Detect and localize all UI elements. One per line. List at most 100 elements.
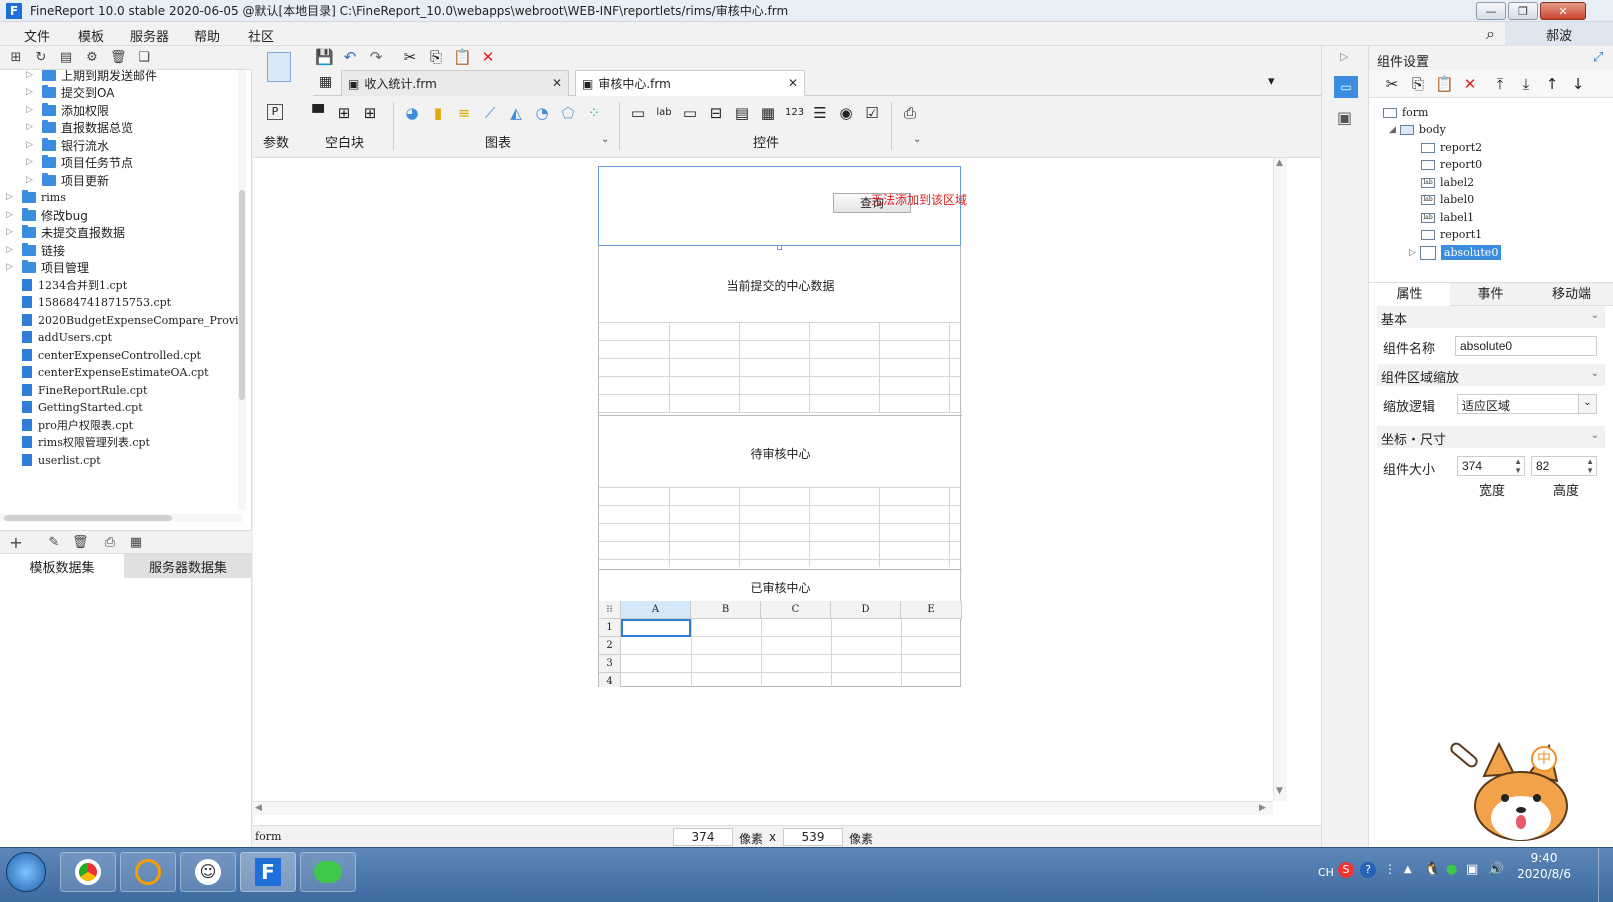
tree-item[interactable]: pro用户权限表.cpt xyxy=(18,416,133,434)
row-header[interactable]: 2 xyxy=(599,637,621,655)
tree-item[interactable]: ▷ 链接 xyxy=(6,241,65,259)
expand-arrow-icon[interactable]: ▷ xyxy=(6,262,16,272)
textbox-widget-icon[interactable]: ▭ xyxy=(681,104,699,122)
expand-arrow-icon[interactable]: ◢ xyxy=(1389,125,1396,135)
radar-chart-icon[interactable]: ⬠ xyxy=(559,104,577,122)
redo-icon[interactable]: ↷ xyxy=(367,48,385,66)
section-scale[interactable]: 组件区域缩放 ⌄ xyxy=(1377,364,1605,386)
tab-template-dataset[interactable]: 模板数据集 xyxy=(0,554,124,578)
blank-block-grid-icon[interactable]: ⊞ xyxy=(361,104,379,122)
grid-view-icon[interactable]: ▦ xyxy=(319,74,332,90)
radio-group-widget-icon[interactable]: ◉ xyxy=(837,104,855,122)
tab-menu-icon[interactable]: ▾ xyxy=(1268,74,1275,89)
user-name[interactable]: 郝波 xyxy=(1505,22,1613,46)
column-header[interactable]: A xyxy=(621,601,691,619)
section-coords[interactable]: 坐标・尺寸 ⌄ xyxy=(1377,426,1605,448)
tree-item[interactable]: ▷ 提交到OA xyxy=(26,83,114,101)
line-chart-icon[interactable]: ⟋ xyxy=(481,104,499,122)
textarea-widget-icon[interactable]: ▤ xyxy=(733,104,751,122)
finereport-taskbar-icon[interactable]: F xyxy=(240,852,296,892)
spinner-icon[interactable]: ▲ ▼ xyxy=(1514,457,1522,475)
copy-icon[interactable]: ⎘ xyxy=(1409,75,1427,93)
menu-community[interactable]: 社区 xyxy=(248,26,274,45)
search-icon[interactable]: ⌕ xyxy=(1486,24,1495,44)
tree-item[interactable]: addUsers.cpt xyxy=(18,328,112,346)
show-desktop-button[interactable] xyxy=(1598,848,1613,902)
bar-chart-icon[interactable]: ▮ xyxy=(429,104,447,122)
chevron-down-icon[interactable]: ⌄ xyxy=(1591,430,1599,441)
canvas-horizontal-scrollbar[interactable]: ◀ ▶ xyxy=(253,801,1273,815)
delete-icon[interactable]: 🗑 xyxy=(110,50,127,66)
gauge-chart-icon[interactable]: ◔ xyxy=(533,104,551,122)
canvas-height-field[interactable]: 539 xyxy=(783,828,843,846)
show-hidden-icons-icon[interactable]: ▲ xyxy=(1404,864,1412,875)
component-tree-item[interactable]: ◢ body xyxy=(1389,121,1446,138)
tab-properties[interactable]: 属性 xyxy=(1369,283,1450,307)
column-header[interactable]: E xyxy=(901,601,962,619)
edit-dataset-icon[interactable]: ✎ xyxy=(46,535,62,551)
expand-arrow-icon[interactable]: ▷ xyxy=(26,157,36,167)
tree-item[interactable]: ▷ 上期到期发送邮件 xyxy=(26,70,157,84)
tree-item[interactable]: ▷ 项目任务节点 xyxy=(26,153,133,171)
close-tab-icon[interactable]: ✕ xyxy=(788,76,798,90)
sheet-corner-icon[interactable]: ⁝⁝ xyxy=(599,601,621,619)
collapse-right-icon[interactable]: ▷ xyxy=(1340,50,1348,63)
component-tree-item[interactable]: report0 xyxy=(1421,156,1482,173)
component-tree-item[interactable]: lab label1 xyxy=(1421,209,1474,226)
button-widget-icon[interactable]: ▭ xyxy=(629,104,647,122)
tree-item[interactable]: ▷ 未提交直报数据 xyxy=(6,223,125,241)
component-tree-item[interactable]: report1 xyxy=(1421,226,1482,243)
row-header[interactable]: 1 xyxy=(599,619,621,637)
app-taskbar-icon[interactable] xyxy=(120,852,176,892)
parameter-pane[interactable]: 查询 无法添加到该区域 xyxy=(598,166,967,246)
start-button-icon[interactable] xyxy=(6,852,46,892)
tree-item[interactable]: ▷ 直报数据总览 xyxy=(26,118,133,136)
expand-arrow-icon[interactable]: ▷ xyxy=(6,210,16,220)
qq-tray-icon[interactable]: 🐧 xyxy=(1424,862,1440,877)
tree-item[interactable]: 2020BudgetExpenseCompare_Province xyxy=(18,311,242,329)
tray-menu-icon[interactable]: ⋮ xyxy=(1384,862,1396,876)
component-tree-item[interactable]: form xyxy=(1383,104,1428,121)
component-tree-item[interactable]: lab label2 xyxy=(1421,174,1474,191)
expand-arrow-icon[interactable]: ▷ xyxy=(26,122,36,132)
chrome-taskbar-icon[interactable] xyxy=(60,852,116,892)
expand-arrow-icon[interactable]: ▷ xyxy=(26,105,36,115)
tree-item[interactable]: userlist.cpt xyxy=(18,451,101,469)
scatter-chart-icon[interactable]: ⁘ xyxy=(585,104,603,122)
expand-arrow-icon[interactable]: ▷ xyxy=(26,140,36,150)
scroll-left-icon[interactable]: ◀ xyxy=(255,803,262,813)
tab-server-dataset[interactable]: 服务器数据集 xyxy=(124,554,252,578)
report-grid-pending[interactable] xyxy=(599,487,962,567)
combobox-widget-icon[interactable]: ⊟ xyxy=(707,104,725,122)
blank-block-split-icon[interactable]: ⊞ xyxy=(335,104,353,122)
menu-help[interactable]: 帮助 xyxy=(194,26,220,45)
tree-item[interactable]: centerExpenseEstimateOA.cpt xyxy=(18,363,209,381)
add-dataset-icon[interactable]: + xyxy=(8,535,24,551)
component-tree-item[interactable]: report2 xyxy=(1421,139,1482,156)
paste-icon[interactable]: 📋 xyxy=(1435,75,1454,93)
smiley-app-taskbar-icon[interactable]: ☺ xyxy=(180,852,236,892)
collapse-icon[interactable]: ❏ xyxy=(136,50,152,66)
scroll-right-icon[interactable]: ▶ xyxy=(1259,803,1266,813)
resize-handle[interactable] xyxy=(777,245,782,250)
maximize-button[interactable]: ❐ xyxy=(1508,2,1538,20)
close-tab-icon[interactable]: ✕ xyxy=(552,76,562,90)
tree-item[interactable]: centerExpenseControlled.cpt xyxy=(18,346,201,364)
number-widget-icon[interactable]: 123 xyxy=(785,104,804,122)
tree-item[interactable]: rims权限管理列表.cpt xyxy=(18,433,150,451)
component-width-input[interactable]: 374 ▲ ▼ xyxy=(1457,456,1525,476)
properties-icon[interactable]: ⚙ xyxy=(84,50,100,66)
undo-icon[interactable]: ↶ xyxy=(341,48,359,66)
language-indicator[interactable]: CH xyxy=(1318,866,1334,879)
tree-item[interactable]: ▷ 项目管理 xyxy=(6,258,89,276)
chevron-down-icon[interactable]: ⌄ xyxy=(601,134,609,145)
section-basic[interactable]: 基本 ⌄ xyxy=(1377,306,1605,328)
component-name-input[interactable]: absolute0 xyxy=(1455,336,1597,356)
dataset-settings-icon[interactable]: ▦ xyxy=(128,535,144,551)
move-top-icon[interactable]: ⤒ xyxy=(1491,75,1509,93)
save-icon[interactable]: 💾 xyxy=(315,48,334,66)
expand-arrow-icon[interactable]: ▷ xyxy=(26,70,36,80)
column-header[interactable]: D xyxy=(831,601,901,619)
copy-icon[interactable]: ⎘ xyxy=(427,48,445,66)
preview-dataset-icon[interactable]: ⎙ xyxy=(102,535,118,551)
